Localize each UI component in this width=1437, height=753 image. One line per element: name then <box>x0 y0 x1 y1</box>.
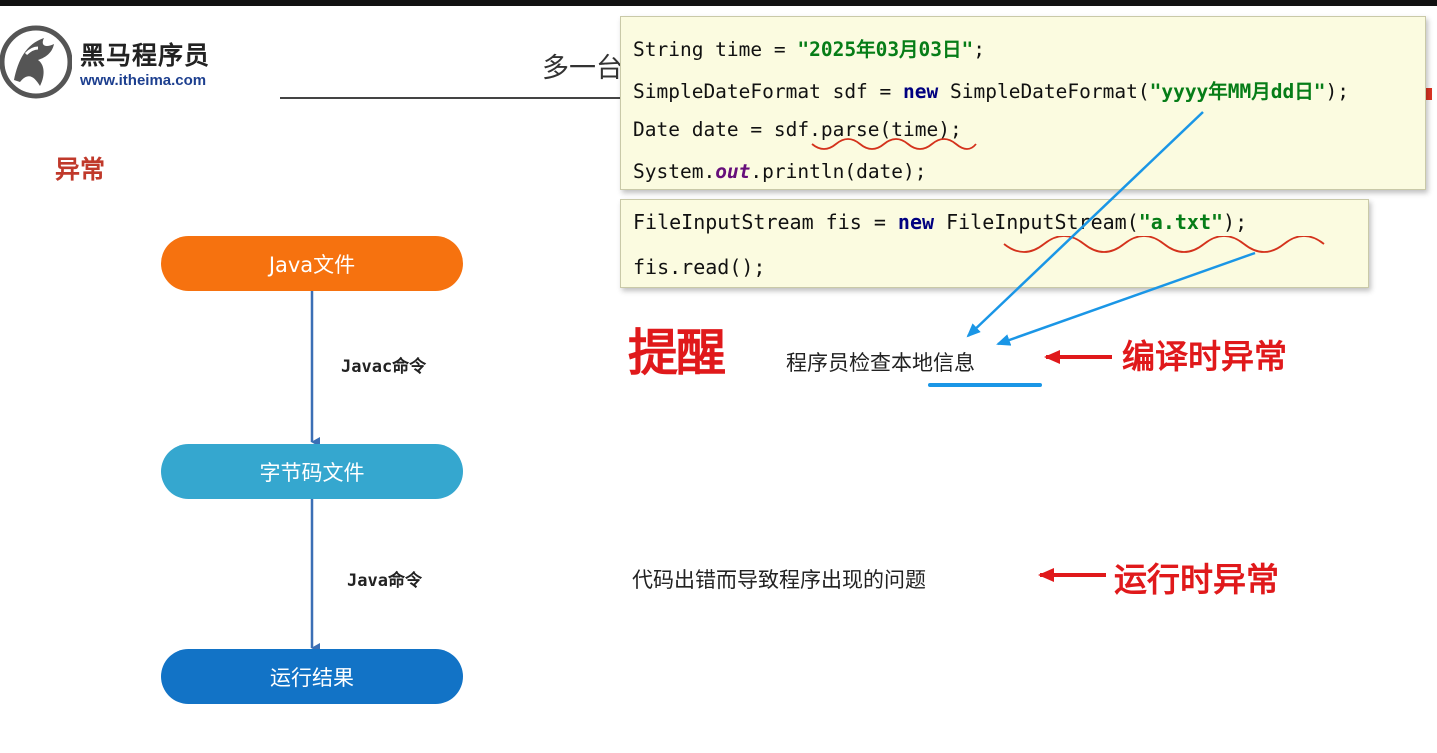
flow-connector <box>310 291 320 653</box>
error-squiggle-parse <box>811 138 977 150</box>
code-token: ; <box>973 38 986 61</box>
code-token: "yyyy年MM月dd日" <box>1149 80 1326 103</box>
code-token: FileInputStream( <box>934 210 1139 234</box>
code-token: new <box>903 80 939 103</box>
runtime-exception-label: 运行时异常 <box>1114 560 1279 599</box>
remind-description: 程序员检查本地信息 <box>786 351 975 375</box>
code-token: String time = <box>633 38 798 61</box>
header-accent-mark <box>1426 88 1432 100</box>
code-line: System.out.println(date); <box>633 160 927 183</box>
code-token: FileInputStream fis = <box>633 210 898 234</box>
code-line: SimpleDateFormat sdf = new SimpleDateFor… <box>633 75 1349 104</box>
code-token: ); <box>1325 80 1349 103</box>
code-token: new <box>897 210 935 234</box>
code-line: fis.read(); <box>633 255 765 279</box>
runtime-description: 代码出错而导致程序出现的问题 <box>632 568 926 592</box>
header-title: 多一台 <box>542 53 623 84</box>
remind-heading: 提醒 <box>628 324 726 382</box>
top-border <box>0 0 1437 6</box>
code-token: .println(date); <box>750 160 927 183</box>
horse-logo-icon <box>0 25 72 99</box>
node-java-file: Java文件 <box>161 236 463 291</box>
code-token: out <box>715 160 751 183</box>
compile-time-exception-label: 编译时异常 <box>1122 337 1287 376</box>
logo-url: www.itheima.com <box>80 72 207 89</box>
code-line: String time = "2025年03月03日"; <box>633 33 985 62</box>
logo-brand-name: 黑马程序员 <box>80 41 211 70</box>
code-token: "a.txt" <box>1138 210 1224 234</box>
code-snippet-date-parse: String time = "2025年03月03日"; SimpleDateF… <box>620 16 1426 190</box>
code-line: FileInputStream fis = new FileInputStrea… <box>633 210 1247 234</box>
node-run-result: 运行结果 <box>161 649 463 704</box>
section-title: 异常 <box>55 155 106 184</box>
node-bytecode-file: 字节码文件 <box>161 444 463 499</box>
code-token: SimpleDateFormat( <box>938 80 1150 103</box>
code-token: "2025年03月03日" <box>797 38 974 61</box>
itheima-logo: 黑马程序员 www.itheima.com <box>0 18 270 108</box>
code-token: System. <box>633 160 716 183</box>
code-token: fis.read(); <box>633 255 766 279</box>
java-command-label: Java命令 <box>347 571 422 591</box>
code-token: ); <box>1223 210 1248 234</box>
javac-command-label: Javac命令 <box>341 357 427 377</box>
local-info-underline <box>928 383 1042 387</box>
error-squiggle-fileinputstream <box>1003 236 1325 253</box>
code-token: SimpleDateFormat sdf = <box>633 80 904 103</box>
